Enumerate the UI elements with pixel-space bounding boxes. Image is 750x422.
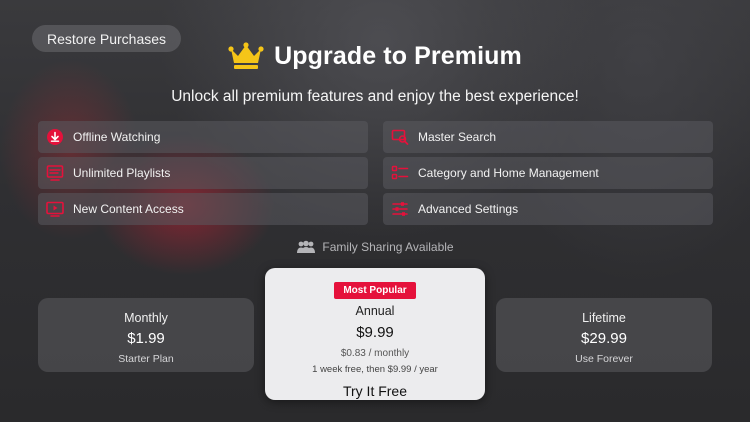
subtitle: Unlock all premium features and enjoy th… — [171, 88, 579, 105]
feature-label: Category and Home Management — [418, 166, 599, 180]
family-icon — [297, 240, 316, 253]
page-title: Upgrade to Premium — [274, 41, 522, 70]
plan-name: Monthly — [124, 311, 168, 325]
crown-icon — [228, 42, 264, 69]
search-icon — [391, 129, 409, 145]
tv-play-icon — [46, 201, 64, 217]
download-icon — [47, 129, 63, 145]
feature-new-content-access: New Content Access — [38, 193, 368, 225]
plan-name: Lifetime — [582, 311, 626, 325]
list-manage-icon — [391, 165, 409, 180]
plan-description: Use Forever — [575, 353, 633, 365]
try-it-free-button[interactable]: Try It Free — [343, 383, 407, 399]
feature-advanced-settings: Advanced Settings — [383, 193, 713, 225]
playlist-icon — [46, 165, 64, 181]
feature-category-home-management: Category and Home Management — [383, 157, 713, 189]
most-popular-badge: Most Popular — [334, 282, 416, 299]
plan-annual[interactable]: Most Popular Annual $9.99 $0.83 / monthl… — [265, 268, 485, 400]
plan-lifetime[interactable]: Lifetime $29.99 Use Forever — [496, 298, 712, 372]
feature-label: Offline Watching — [73, 130, 161, 144]
family-sharing-note: Family Sharing Available — [0, 240, 750, 254]
feature-offline-watching: Offline Watching — [38, 121, 368, 153]
plan-monthly-equivalent: $0.83 / monthly — [340, 348, 410, 359]
feature-unlimited-playlists: Unlimited Playlists — [38, 157, 368, 189]
plan-trial-terms: 1 week free, then $9.99 / year — [312, 364, 438, 375]
plan-name: Annual — [355, 304, 395, 318]
premium-screen: Restore Purchases Upgrade to Premium Unl… — [0, 0, 750, 422]
feature-label: Advanced Settings — [418, 202, 519, 216]
feature-label: Unlimited Playlists — [73, 166, 171, 180]
title-row: Upgrade to Premium — [0, 38, 750, 74]
feature-label: New Content Access — [73, 202, 184, 216]
feature-label: Master Search — [418, 130, 497, 144]
sliders-icon — [392, 202, 408, 216]
plan-description: Starter Plan — [118, 353, 174, 365]
plan-monthly[interactable]: Monthly $1.99 Starter Plan — [38, 298, 254, 372]
plan-price: $1.99 — [127, 330, 165, 347]
feature-master-search: Master Search — [383, 121, 713, 153]
plan-price: $29.99 — [581, 330, 627, 347]
plan-price: $9.99 — [356, 324, 394, 341]
family-sharing-label: Family Sharing Available — [322, 240, 454, 254]
